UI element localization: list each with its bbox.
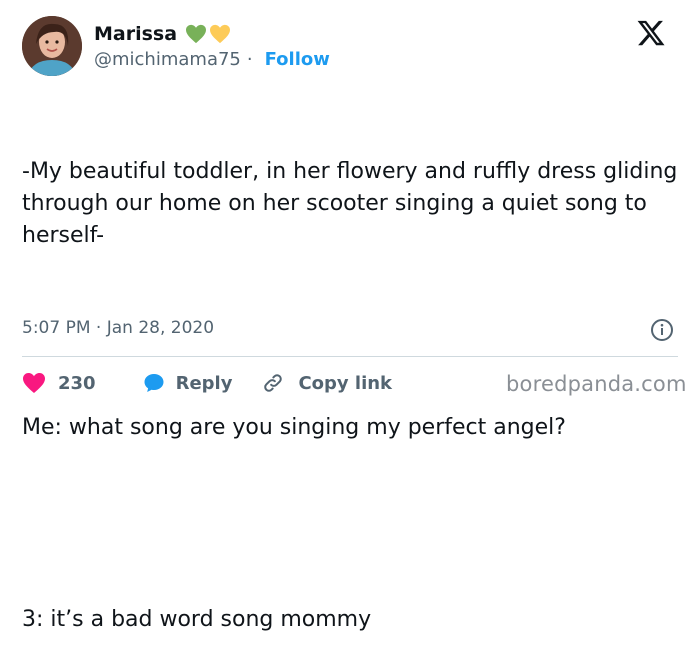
- name-emoji: [185, 24, 231, 44]
- avatar-photo: [22, 16, 82, 76]
- author-handle[interactable]: @michimama75: [94, 49, 241, 70]
- watermark: boredpanda.com: [506, 372, 687, 396]
- info-icon[interactable]: [650, 318, 674, 342]
- author-display-name[interactable]: Marissa: [94, 23, 177, 45]
- reply-label: Reply: [175, 372, 233, 394]
- avatar[interactable]: [22, 16, 82, 76]
- green-heart-icon: [186, 24, 207, 44]
- tweet-paragraph: -My beautiful toddler, in her flowery an…: [22, 159, 685, 248]
- yellow-heart-icon: [210, 24, 231, 44]
- reply-bubble-icon: [144, 374, 164, 392]
- reply-button[interactable]: Reply: [142, 371, 233, 395]
- tweet-paragraph: Me: what song are you singing my perfect…: [22, 415, 566, 440]
- author-handle-row: @michimama75 · Follow: [94, 49, 330, 70]
- divider: [22, 356, 678, 357]
- author-name-row: Marissa: [94, 20, 231, 48]
- like-count: 230: [58, 372, 96, 394]
- separator-dot: ·: [246, 49, 253, 70]
- tweet-actions: 230 Reply Copy link: [22, 368, 392, 398]
- follow-button[interactable]: Follow: [265, 49, 330, 70]
- link-icon: [264, 374, 283, 392]
- copy-link-button[interactable]: Copy link: [262, 372, 392, 394]
- tweet-timestamp[interactable]: 5:07 PM · Jan 28, 2020: [22, 318, 214, 338]
- tweet-paragraph: 3: it’s a bad word song mommy: [22, 607, 372, 632]
- x-logo-icon[interactable]: [636, 18, 666, 48]
- copy-link-label: Copy link: [298, 372, 393, 394]
- heart-icon: [23, 373, 45, 393]
- like-button[interactable]: 230: [22, 372, 96, 394]
